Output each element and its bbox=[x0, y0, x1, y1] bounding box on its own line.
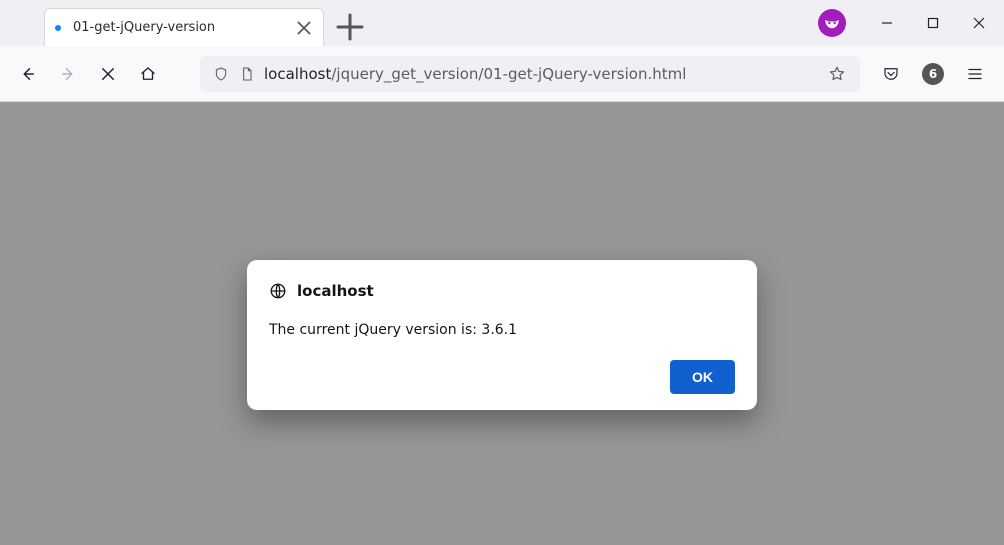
bookmark-button[interactable] bbox=[822, 65, 852, 83]
home-button[interactable] bbox=[130, 56, 166, 92]
arrow-right-icon bbox=[59, 65, 77, 83]
browser-tab[interactable]: 01-get-jQuery-version bbox=[44, 8, 324, 46]
close-icon bbox=[973, 17, 985, 29]
tab-close-button[interactable] bbox=[295, 19, 313, 37]
dialog-origin: localhost bbox=[297, 282, 374, 300]
app-menu-button[interactable] bbox=[956, 56, 994, 92]
url-host: localhost bbox=[264, 65, 331, 83]
loading-indicator-icon bbox=[55, 25, 61, 31]
dialog-message: The current jQuery version is: 3.6.1 bbox=[269, 322, 735, 338]
arrow-left-icon bbox=[19, 65, 37, 83]
site-identity-button[interactable] bbox=[234, 66, 260, 82]
home-icon bbox=[139, 65, 157, 83]
alert-dialog: localhost The current jQuery version is:… bbox=[247, 260, 757, 410]
stop-button[interactable] bbox=[90, 56, 126, 92]
url-path: /jquery_get_version/01-get-jQuery-versio… bbox=[331, 65, 686, 83]
address-bar[interactable]: localhost/jquery_get_version/01-get-jQue… bbox=[200, 56, 860, 92]
tab-title: 01-get-jQuery-version bbox=[73, 20, 283, 35]
window-controls bbox=[818, 0, 1004, 46]
profile-button[interactable] bbox=[818, 9, 846, 37]
forward-button[interactable] bbox=[50, 56, 86, 92]
pocket-button[interactable] bbox=[872, 56, 910, 92]
dialog-actions: OK bbox=[269, 360, 735, 394]
dialog-header: localhost bbox=[269, 282, 735, 300]
minimize-button[interactable] bbox=[864, 0, 910, 46]
pocket-icon bbox=[882, 65, 900, 83]
page-content: localhost The current jQuery version is:… bbox=[0, 102, 1004, 545]
shield-icon bbox=[213, 66, 229, 82]
plus-icon bbox=[334, 11, 366, 43]
maximize-button[interactable] bbox=[910, 0, 956, 46]
star-icon bbox=[828, 65, 846, 83]
minimize-icon bbox=[881, 17, 893, 29]
nav-toolbar: localhost/jquery_get_version/01-get-jQue… bbox=[0, 46, 1004, 102]
mask-icon bbox=[823, 14, 841, 32]
globe-icon bbox=[269, 282, 287, 300]
ok-button[interactable]: OK bbox=[670, 360, 735, 394]
stop-icon bbox=[99, 65, 117, 83]
url-text[interactable]: localhost/jquery_get_version/01-get-jQue… bbox=[260, 65, 822, 83]
title-bar: 01-get-jQuery-version bbox=[0, 0, 1004, 46]
page-icon bbox=[239, 66, 255, 82]
notification-count-button[interactable]: 6 bbox=[914, 56, 952, 92]
close-icon bbox=[295, 19, 313, 37]
count-badge: 6 bbox=[922, 63, 944, 85]
maximize-icon bbox=[927, 17, 939, 29]
window-close-button[interactable] bbox=[956, 0, 1002, 46]
tracking-protection-button[interactable] bbox=[208, 66, 234, 82]
back-button[interactable] bbox=[10, 56, 46, 92]
hamburger-icon bbox=[966, 65, 984, 83]
new-tab-button[interactable] bbox=[334, 11, 366, 43]
